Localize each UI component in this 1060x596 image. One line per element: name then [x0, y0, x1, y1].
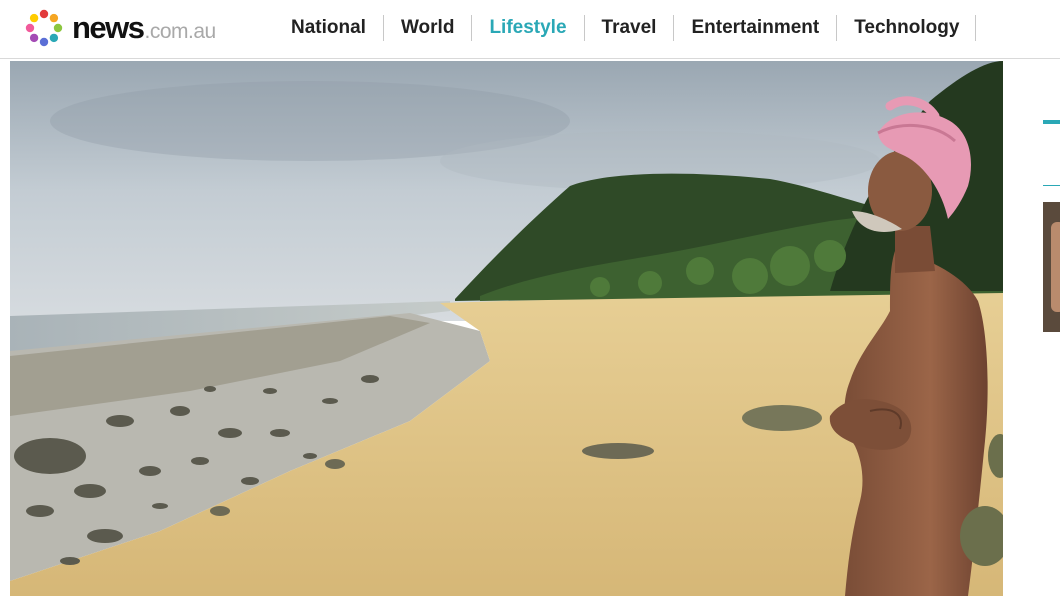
hero-image[interactable] [10, 61, 1003, 596]
nav-item-national[interactable]: National [274, 15, 384, 41]
logo-dot [29, 13, 39, 23]
site-logo[interactable]: news .com.au [20, 6, 216, 50]
site-header: news .com.au National World Lifestyle Tr… [0, 0, 1060, 59]
beach-photo [10, 61, 1003, 596]
sidebar-divider [1043, 185, 1060, 186]
logo-wordmark: news .com.au [72, 10, 216, 46]
nav-item-technology[interactable]: Technology [837, 15, 977, 41]
main-nav: National World Lifestyle Travel Entertai… [274, 14, 977, 42]
logo-domain-text: .com.au [144, 20, 217, 43]
sidebar-thumbnail[interactable] [1043, 202, 1060, 332]
logo-dot [39, 37, 49, 47]
logo-news-text: news [72, 10, 145, 45]
logo-dots-icon [25, 9, 63, 47]
logo-dot [25, 23, 35, 33]
logo-dot [53, 23, 63, 33]
sidebar-accent-bar [1043, 120, 1060, 124]
logo-dot [49, 33, 59, 43]
logo-dot [29, 33, 39, 43]
nav-item-entertainment[interactable]: Entertainment [674, 15, 838, 41]
nav-item-lifestyle[interactable]: Lifestyle [472, 15, 585, 41]
logo-dot [49, 13, 59, 23]
nav-item-travel[interactable]: Travel [585, 15, 675, 41]
logo-dot [39, 9, 49, 19]
nav-item-world[interactable]: World [384, 15, 473, 41]
